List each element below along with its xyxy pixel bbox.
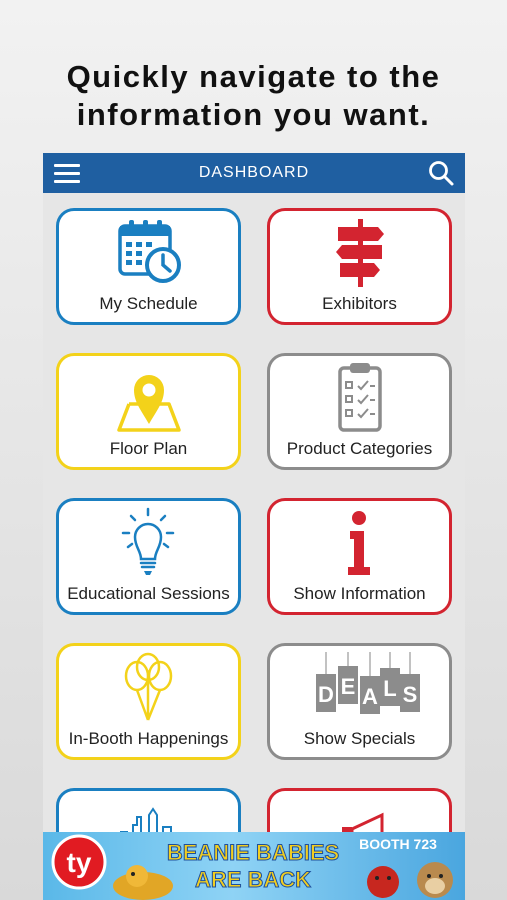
tile-label: Show Specials (303, 729, 416, 748)
tile-label: Show Information (293, 584, 426, 603)
app-bar: DASHBOARD (43, 153, 465, 193)
map-pin-icon (117, 375, 181, 432)
banner-line-2: ARE BACK (195, 867, 311, 892)
tile-label: Floor Plan (109, 439, 188, 458)
brand-logo: ty (67, 847, 92, 878)
headline-line-2: information you want. (76, 97, 431, 132)
deals-tags-icon: D E A L S (316, 652, 420, 714)
info-icon (348, 511, 370, 575)
banner-line-1: BEANIE BABIES (167, 840, 339, 865)
tile-product-categories[interactable]: Product Categories (267, 353, 452, 470)
tile-exhibitors[interactable]: Exhibitors (267, 208, 452, 325)
tile-my-schedule[interactable]: My Schedule (56, 208, 241, 325)
tile-in-booth-happenings[interactable]: In-Booth Happenings (56, 643, 241, 760)
tile-floor-plan[interactable]: Floor Plan (56, 353, 241, 470)
tile-label: Educational Sessions (67, 584, 230, 603)
ad-banner-art: ty BEANIE BABIES ARE BACK BOOTH 723 (51, 834, 453, 900)
signpost-icon (336, 219, 384, 287)
deals-letter: L (383, 676, 396, 701)
ad-banner[interactable]: ty BEANIE BABIES ARE BACK BOOTH 723 (43, 832, 465, 900)
tile-label: Product Categories (286, 439, 433, 458)
calendar-clock-icon (118, 220, 181, 283)
deals-letter: E (341, 674, 356, 699)
lightbulb-icon (121, 507, 175, 575)
deals-letter: D (318, 682, 334, 707)
phone-screen: DASHBOARD My Schedule Exhibitors Floor P… (43, 153, 465, 900)
deals-letter: S (403, 682, 418, 707)
tile-show-information[interactable]: Show Information (267, 498, 452, 615)
headline: Quickly navigate to the information you … (0, 58, 507, 134)
booth-number: BOOTH 723 (359, 836, 437, 852)
tile-label: In-Booth Happenings (68, 729, 229, 748)
clipboard-checklist-icon (338, 363, 382, 432)
page-title: DASHBOARD (198, 164, 310, 181)
balloons-icon (124, 652, 173, 721)
tile-show-specials[interactable]: D E A L S Show Specials (267, 643, 452, 760)
tile-educational-sessions[interactable]: Educational Sessions (56, 498, 241, 615)
headline-line-1: Quickly navigate to the (66, 59, 441, 94)
deals-letter: A (362, 684, 378, 709)
tile-label: My Schedule (99, 294, 198, 313)
tile-label: Exhibitors (322, 294, 397, 313)
search-icon[interactable] (427, 159, 455, 187)
